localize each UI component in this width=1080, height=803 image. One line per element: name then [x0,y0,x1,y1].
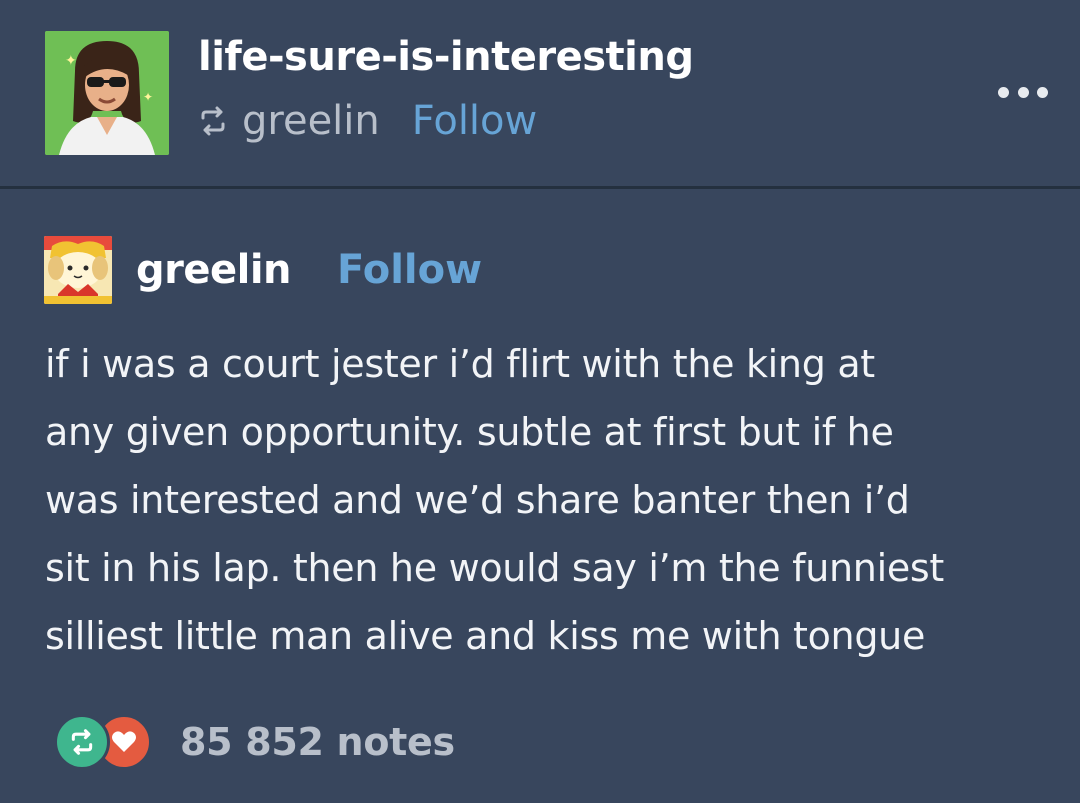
more-options-icon[interactable] [998,82,1048,102]
reblog-source-username[interactable]: greelin [242,98,380,144]
post-body-line: if i was a court jester i’d flirt with t… [45,342,875,386]
notes-row[interactable]: 85 852 notes [54,714,455,770]
post-body: if i was a court jester i’d flirt with t… [45,330,1045,670]
svg-text:✦: ✦ [65,53,77,69]
author-avatar[interactable] [44,236,112,304]
avatar-illustration [44,236,112,304]
reblog-source-line: greelin Follow [196,96,537,146]
reblog-icon [201,106,225,136]
reblog-icon [71,729,93,755]
post-body-line: was interested and we’d share banter the… [45,478,910,522]
more-dot [998,86,1009,98]
header-divider [0,186,1080,189]
notes-count[interactable]: 85 852 notes [180,720,455,764]
reblog-badge-icon [54,714,110,770]
avatar-illustration: ✦ ✦ [45,31,169,155]
author-username[interactable]: greelin [136,247,292,293]
heart-icon [112,731,136,752]
reblogger-avatar[interactable]: ✦ ✦ [45,31,169,155]
follow-button[interactable]: Follow [412,98,537,144]
post-author-row: greelin Follow [44,236,482,304]
post-body-line: sit in his lap. then he would say i’m th… [45,546,945,590]
svg-text:✦: ✦ [143,90,153,104]
more-dot [1037,86,1048,98]
post-body-line: silliest little man alive and kiss me wi… [45,614,926,658]
post-body-line: any given opportunity. subtle at first b… [45,410,894,454]
more-dot [1017,86,1029,98]
reblog-header: ✦ ✦ life-sure-is-interesting greelin Fol… [0,0,1080,186]
reblogger-username[interactable]: life-sure-is-interesting [198,34,694,80]
author-follow-button[interactable]: Follow [337,247,482,293]
